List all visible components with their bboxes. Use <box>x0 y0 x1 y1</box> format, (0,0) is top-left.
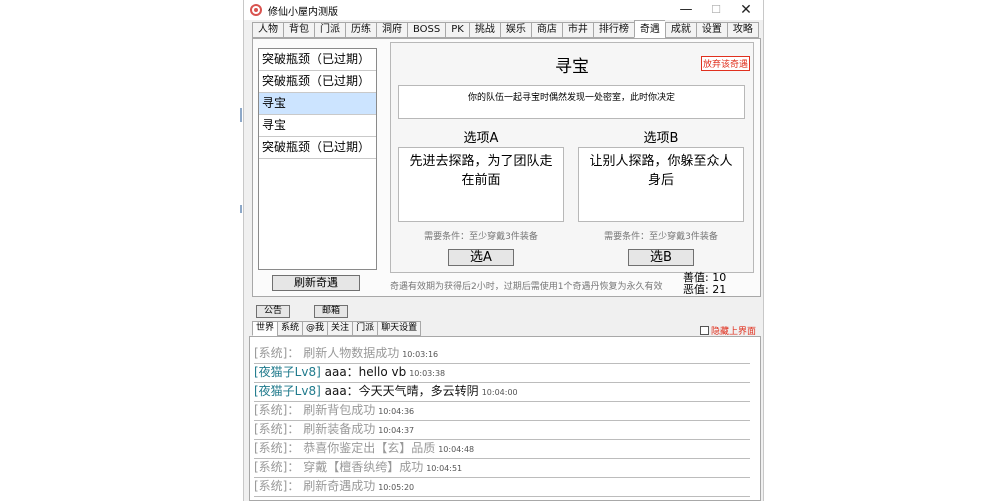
adventure-list-item[interactable]: 突破瓶颈（已过期） <box>259 137 376 159</box>
chat-sender-tag: [系统]： <box>254 441 300 455</box>
chat-sender-tag: [系统]： <box>254 422 300 436</box>
chat-message: [系统]： 刷新背包成功 10:04:36 <box>254 402 750 421</box>
chat-timestamp: 10:04:51 <box>426 464 463 473</box>
close-icon[interactable]: ✕ <box>731 0 761 20</box>
option-b-text: 让别人探路，你躲至众人身后 <box>578 147 744 222</box>
bottom-button-bar: 公告 邮箱 <box>256 305 349 318</box>
chat-timestamp: 10:04:37 <box>378 426 415 435</box>
chat-message: [系统]： 刷新装备成功 10:04:37 <box>254 421 750 440</box>
chat-tab-1[interactable]: 系统 <box>277 321 303 336</box>
hide-upper-checkbox[interactable] <box>700 326 709 335</box>
app-window: 修仙小屋内测版 — ☐ ✕ 人物 背包 门派 历练 洞府 BOSS PK 挑战 娱乐 商店 市井 排行… <box>243 0 764 501</box>
chat-message-text: 穿戴【檀香纨绔】成功 <box>303 460 424 474</box>
chat-message-text: 刷新背包成功 <box>303 403 376 417</box>
chat-message-text: 恭喜你鉴定出【玄】品质 <box>303 441 436 455</box>
tab-0[interactable]: 人物 <box>252 22 283 38</box>
chat-message: [系统]： 刷新奇遇成功 10:05:20 <box>254 478 750 497</box>
refresh-adventures-button[interactable]: 刷新奇遇 <box>272 275 360 291</box>
tab-4[interactable]: 洞府 <box>376 22 407 38</box>
chat-message-text: aaa：今天天气晴，多云转阴 <box>324 384 479 398</box>
tab-5[interactable]: BOSS <box>407 22 446 38</box>
chat-sender-tag[interactable]: [夜猫子Lv8] <box>254 384 321 398</box>
tab-15[interactable]: 攻略 <box>726 22 759 38</box>
chat-message-text: 刷新人物数据成功 <box>303 346 400 360</box>
validity-note: 奇遇有效期为获得后2小时，过期后需使用1个奇遇丹恢复为永久有效 <box>390 282 663 292</box>
chat-sender-tag[interactable]: [夜猫子Lv8] <box>254 365 321 379</box>
chat-message-text: 刷新奇遇成功 <box>303 479 376 493</box>
tab-13[interactable]: 成就 <box>664 22 696 38</box>
chat-message: [夜猫子Lv8] aaa：hello vb 10:03:38 <box>254 364 750 383</box>
tab-9[interactable]: 商店 <box>530 22 562 38</box>
option-a-text: 先进去探路，为了团队走在前面 <box>398 147 564 222</box>
chat-message: [夜猫子Lv8] aaa：今天天气晴，多云转阴 10:04:00 <box>254 383 750 402</box>
window-title: 修仙小屋内测版 <box>268 6 338 18</box>
adventure-list-item[interactable]: 寻宝 <box>259 115 376 137</box>
option-a-condition: 需要条件：至少穿戴3件装备 <box>424 232 538 242</box>
tab-6[interactable]: PK <box>445 22 469 38</box>
tab-10[interactable]: 市井 <box>561 22 593 38</box>
chat-sender-tag: [系统]： <box>254 479 300 493</box>
adventure-list: 突破瓶颈（已过期） 突破瓶颈（已过期） 寻宝 寻宝 突破瓶颈（已过期） <box>258 48 377 270</box>
maximize-icon[interactable]: ☐ <box>701 0 731 20</box>
background-mark <box>240 205 242 213</box>
chat-sender-tag: [系统]： <box>254 403 300 417</box>
option-b-condition: 需要条件：至少穿戴3件装备 <box>604 232 718 242</box>
chat-timestamp: 10:04:36 <box>378 407 415 416</box>
evil-value-row: 恶值: 21 <box>683 284 726 296</box>
minimize-icon[interactable]: — <box>671 0 701 20</box>
choose-b-button[interactable]: 选B <box>628 249 694 266</box>
tab-1[interactable]: 背包 <box>283 22 314 38</box>
chat-tab-bar: 世界 系统 @我 关注 门派 聊天设置 <box>252 321 422 336</box>
adventure-panel: 突破瓶颈（已过期） 突破瓶颈（已过期） 寻宝 寻宝 突破瓶颈（已过期） 刷新奇遇 寻宝 … <box>252 38 761 297</box>
chat-log[interactable]: [系统]： 刷新人物数据成功 10:03:16 [夜猫子Lv8] aaa：hello… <box>249 336 761 501</box>
app-logo-icon <box>250 4 262 16</box>
tab-11[interactable]: 排行榜 <box>592 22 634 38</box>
chat-tab-2[interactable]: @我 <box>302 321 328 336</box>
tab-3[interactable]: 历练 <box>345 22 376 38</box>
tab-2[interactable]: 门派 <box>314 22 345 38</box>
choose-a-button[interactable]: 选A <box>448 249 514 266</box>
tab-14[interactable]: 设置 <box>695 22 727 38</box>
chat-timestamp: 10:03:16 <box>402 350 439 359</box>
abandon-adventure-button[interactable]: 放弃该奇遇 <box>700 56 750 71</box>
mailbox-button[interactable]: 邮箱 <box>314 305 349 318</box>
tab-8[interactable]: 娱乐 <box>499 22 531 38</box>
option-b-label: 选项B <box>643 131 679 146</box>
adventure-list-item[interactable]: 突破瓶颈（已过期） <box>259 71 376 93</box>
chat-message: [系统]： 穿戴【檀香纨绔】成功 10:04:51 <box>254 459 750 478</box>
adventure-description: 你的队伍一起寻宝时偶然发现一处密室，此时你决定 <box>398 85 745 119</box>
chat-message: [系统]： 恭喜你鉴定出【玄】品质 10:04:48 <box>254 440 750 459</box>
karma-stats: 善值: 10 恶值: 21 <box>683 272 726 296</box>
tab-12[interactable]: 奇遇 <box>633 20 665 38</box>
chat-tab-0[interactable]: 世界 <box>252 321 278 336</box>
title-bar: 修仙小屋内测版 — ☐ ✕ <box>244 0 763 20</box>
background-mark <box>240 108 242 122</box>
chat-tab-3[interactable]: 关注 <box>327 321 353 336</box>
chat-tab-4[interactable]: 门派 <box>352 321 378 336</box>
adventure-detail: 寻宝 放弃该奇遇 你的队伍一起寻宝时偶然发现一处密室，此时你决定 选项A 先进去… <box>390 42 754 273</box>
chat-timestamp: 10:05:20 <box>378 483 415 492</box>
chat-timestamp: 10:04:00 <box>481 388 518 397</box>
evil-value-label: 恶值: <box>683 283 709 296</box>
adventure-list-item[interactable]: 突破瓶颈（已过期） <box>259 49 376 71</box>
adventure-title: 寻宝 <box>555 57 589 77</box>
main-tab-bar: 人物 背包 门派 历练 洞府 BOSS PK 挑战 娱乐 商店 市井 排行榜 奇遇 成就 设置 攻略 <box>252 20 759 38</box>
chat-message: [系统]： 刷新人物数据成功 10:03:16 <box>254 345 750 364</box>
chat-tab-5[interactable]: 聊天设置 <box>377 321 422 336</box>
chat-sender-tag: [系统]： <box>254 460 300 474</box>
option-a-label: 选项A <box>463 131 499 146</box>
chat-message-text: 刷新装备成功 <box>303 422 376 436</box>
chat-sender-tag: [系统]： <box>254 346 300 360</box>
chat-timestamp: 10:04:48 <box>438 445 475 454</box>
tab-7[interactable]: 挑战 <box>468 22 500 38</box>
evil-value: 21 <box>712 283 727 296</box>
chat-timestamp: 10:03:38 <box>409 369 446 378</box>
announcement-button[interactable]: 公告 <box>256 305 291 318</box>
chat-message-text: aaa：hello vb <box>324 365 407 379</box>
adventure-list-item[interactable]: 寻宝 <box>259 93 376 115</box>
